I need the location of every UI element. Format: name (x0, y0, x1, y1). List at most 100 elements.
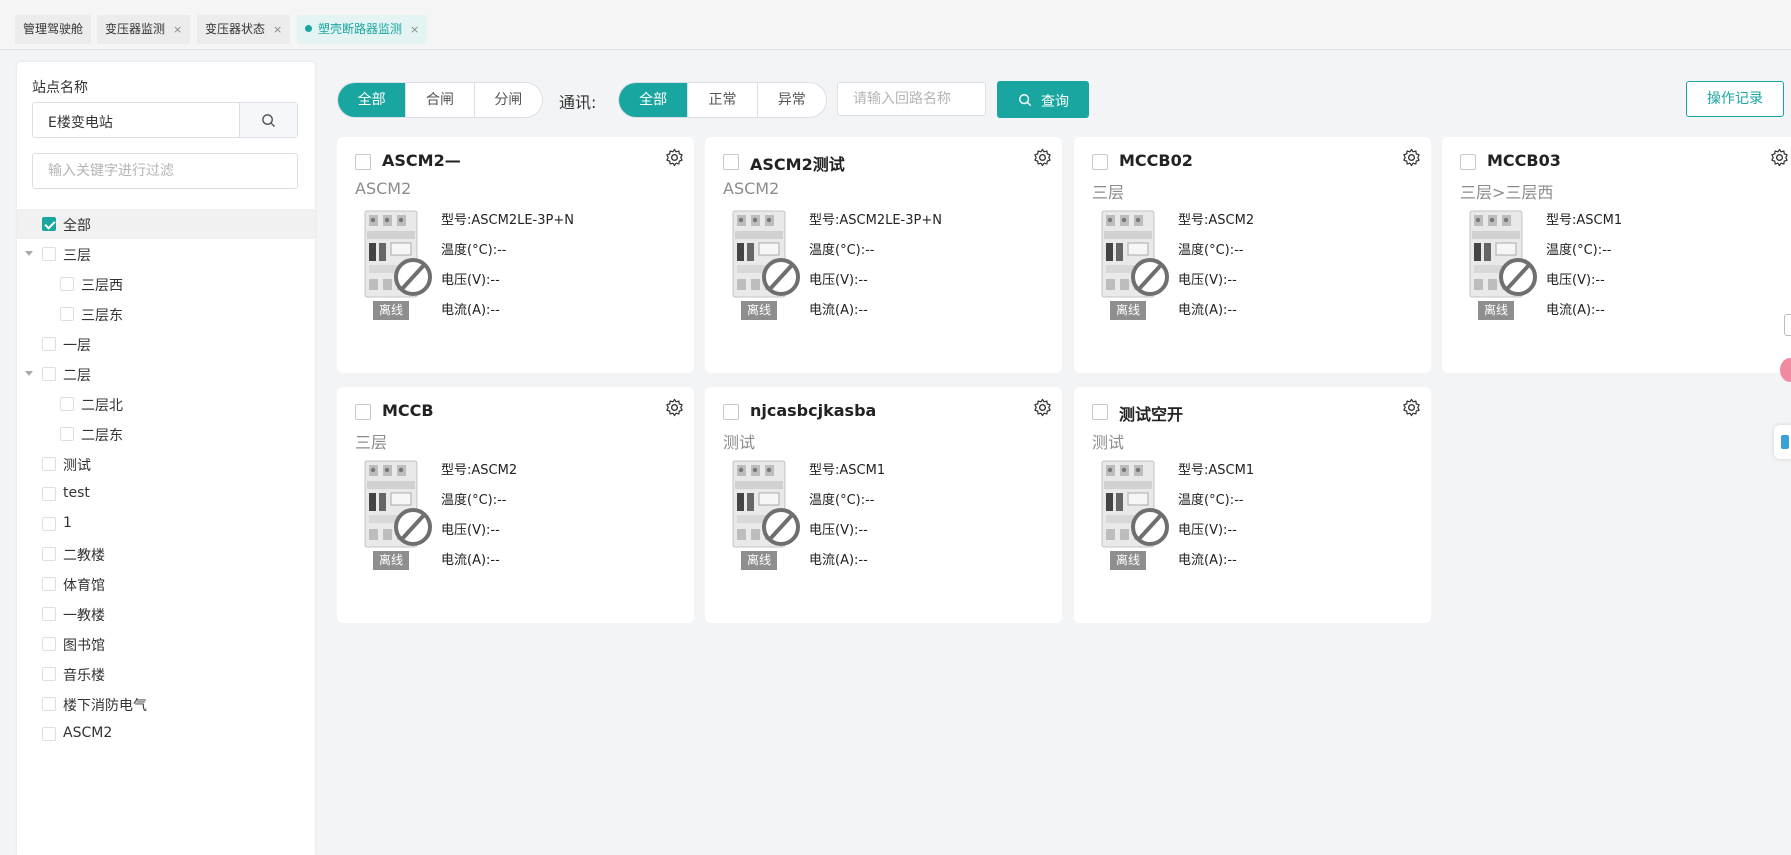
tree-checkbox[interactable] (42, 457, 56, 471)
tree-node[interactable]: 二层北 (17, 389, 315, 419)
field-current: 电流(A):-- (1546, 299, 1605, 318)
tree-checkbox[interactable] (42, 367, 56, 381)
tree-node[interactable]: 音乐楼 (17, 659, 315, 689)
card-checkbox[interactable] (723, 404, 739, 420)
tree-checkbox[interactable] (42, 607, 56, 621)
field-current: 电流(A):-- (1178, 549, 1237, 568)
card-checkbox[interactable] (1092, 404, 1108, 420)
caret-down-icon[interactable] (25, 371, 33, 376)
gear-icon[interactable] (1402, 148, 1421, 171)
tree-checkbox[interactable] (42, 697, 56, 711)
field-temp: 温度(°C):-- (1178, 239, 1244, 258)
tree-node[interactable]: 三层 (17, 239, 315, 269)
field-label: 型号: (441, 463, 472, 478)
tree-node[interactable]: 全部 (17, 209, 315, 239)
field-label: 型号: (809, 463, 840, 478)
close-icon[interactable]: × (173, 23, 182, 36)
tree-node[interactable]: 一教楼 (17, 599, 315, 629)
breaker-card[interactable]: njcasbcjkasba 测试 离线 型号:ASCM1 温度(°C):-- 电压(V):… (705, 387, 1062, 623)
close-icon[interactable]: × (410, 23, 419, 36)
comm-filter-abnormal[interactable]: 异常 (758, 83, 826, 117)
breaker-card[interactable]: MCCB02 三层 离线 型号:ASCM2 温度(°C):-- 电压(V):-- 电流(A)… (1074, 137, 1431, 373)
breaker-offline-icon (363, 459, 437, 555)
tree-node[interactable]: test (17, 479, 315, 509)
breaker-card[interactable]: ASCM2— ASCM2 离线 型号:ASCM2LE-3P+N 温度(°C):-- 电压(… (337, 137, 694, 373)
field-label: 电流(A): (441, 303, 491, 318)
card-checkbox[interactable] (355, 154, 371, 170)
breaker-card[interactable]: ASCM2测试 ASCM2 离线 型号:ASCM2LE-3P+N 温度(°C):-- 电压… (705, 137, 1062, 373)
tree-checkbox[interactable] (42, 667, 56, 681)
tree-checkbox[interactable] (42, 487, 56, 501)
caret-down-icon[interactable] (25, 251, 33, 256)
query-button[interactable]: 查询 (997, 81, 1089, 118)
breaker-offline-icon (731, 209, 805, 305)
tree-checkbox[interactable] (42, 637, 56, 651)
tree-node[interactable]: 三层西 (17, 269, 315, 299)
tree-checkbox[interactable] (60, 427, 74, 441)
tab-mccb-monitor[interactable]: 塑壳断路器监测 × (297, 15, 428, 44)
field-voltage: 电压(V):-- (1546, 269, 1605, 288)
station-select[interactable]: E楼变电站 (32, 102, 298, 138)
side-tool-icon[interactable] (1774, 425, 1791, 459)
side-widget-icon[interactable] (1784, 314, 1791, 336)
comm-filter-normal[interactable]: 正常 (688, 83, 758, 117)
field-value: -- (858, 303, 868, 318)
field-label: 型号: (1178, 463, 1209, 478)
gear-icon[interactable] (1770, 148, 1789, 171)
side-tool-glyph (1781, 435, 1789, 449)
field-model: 型号:ASCM1 (809, 459, 885, 478)
tree-node[interactable]: 1 (17, 509, 315, 539)
tree-checkbox[interactable] (42, 247, 56, 261)
breaker-card[interactable]: 测试空开 测试 离线 型号:ASCM1 温度(°C):-- 电压(V):-- 电流(A):-… (1074, 387, 1431, 623)
tree-checkbox[interactable] (42, 577, 56, 591)
gear-icon[interactable] (1033, 398, 1052, 421)
circuit-name-input[interactable] (837, 82, 986, 116)
gear-icon[interactable] (665, 148, 684, 171)
tree-node[interactable]: 楼下消防电气 (17, 689, 315, 719)
breaker-card[interactable]: MCCB03 三层>三层西 离线 型号:ASCM1 温度(°C):-- 电压(V):-- 电… (1442, 137, 1791, 373)
tree-checkbox[interactable] (42, 517, 56, 531)
station-search-button[interactable] (239, 103, 297, 137)
tree-node[interactable]: 测试 (17, 449, 315, 479)
tree-checkbox[interactable] (42, 727, 56, 741)
tree-node-label: 二层东 (81, 428, 123, 444)
tree-node[interactable]: 一层 (17, 329, 315, 359)
card-checkbox[interactable] (1460, 154, 1476, 170)
tree-checkbox[interactable] (60, 307, 74, 321)
switch-filter-closed[interactable]: 合闸 (406, 83, 475, 117)
tab-cockpit[interactable]: 管理驾驶舱 (15, 15, 92, 44)
gear-icon[interactable] (1402, 398, 1421, 421)
card-checkbox[interactable] (723, 154, 739, 170)
tree-node[interactable]: 二层东 (17, 419, 315, 449)
breaker-location: 测试 (723, 433, 756, 452)
close-icon[interactable]: × (273, 23, 282, 36)
tree-node[interactable]: ASCM2 (17, 719, 315, 749)
tree-node-label: test (63, 485, 90, 501)
comm-filter-all[interactable]: 全部 (619, 83, 689, 117)
breaker-card[interactable]: MCCB 三层 离线 型号:ASCM2 温度(°C):-- 电压(V):-- 电流(A):-… (337, 387, 694, 623)
tree-node[interactable]: 体育馆 (17, 569, 315, 599)
breaker-offline-icon (731, 459, 805, 555)
tab-transformer-monitor[interactable]: 变压器监测 × (97, 15, 191, 44)
gear-icon[interactable] (665, 398, 684, 421)
tab-transformer-status[interactable]: 变压器状态 × (197, 15, 291, 44)
tree-checkbox[interactable] (42, 337, 56, 351)
side-avatar-icon[interactable] (1780, 358, 1791, 382)
card-checkbox[interactable] (1092, 154, 1108, 170)
tree-checkbox[interactable] (60, 277, 74, 291)
tree-node[interactable]: 二层 (17, 359, 315, 389)
tree-node-label: 体育馆 (63, 578, 105, 594)
card-checkbox[interactable] (355, 404, 371, 420)
tree-filter-input[interactable] (32, 153, 298, 189)
field-label: 型号: (441, 213, 472, 228)
switch-filter-open[interactable]: 分闸 (475, 83, 542, 117)
operation-log-button[interactable]: 操作记录 (1686, 81, 1784, 117)
tree-checkbox[interactable] (42, 547, 56, 561)
gear-icon[interactable] (1033, 148, 1052, 171)
tree-node[interactable]: 二教楼 (17, 539, 315, 569)
tree-node[interactable]: 三层东 (17, 299, 315, 329)
switch-filter-all[interactable]: 全部 (338, 83, 407, 117)
tree-node[interactable]: 图书馆 (17, 629, 315, 659)
tree-checkbox[interactable] (42, 217, 56, 231)
tree-checkbox[interactable] (60, 397, 74, 411)
